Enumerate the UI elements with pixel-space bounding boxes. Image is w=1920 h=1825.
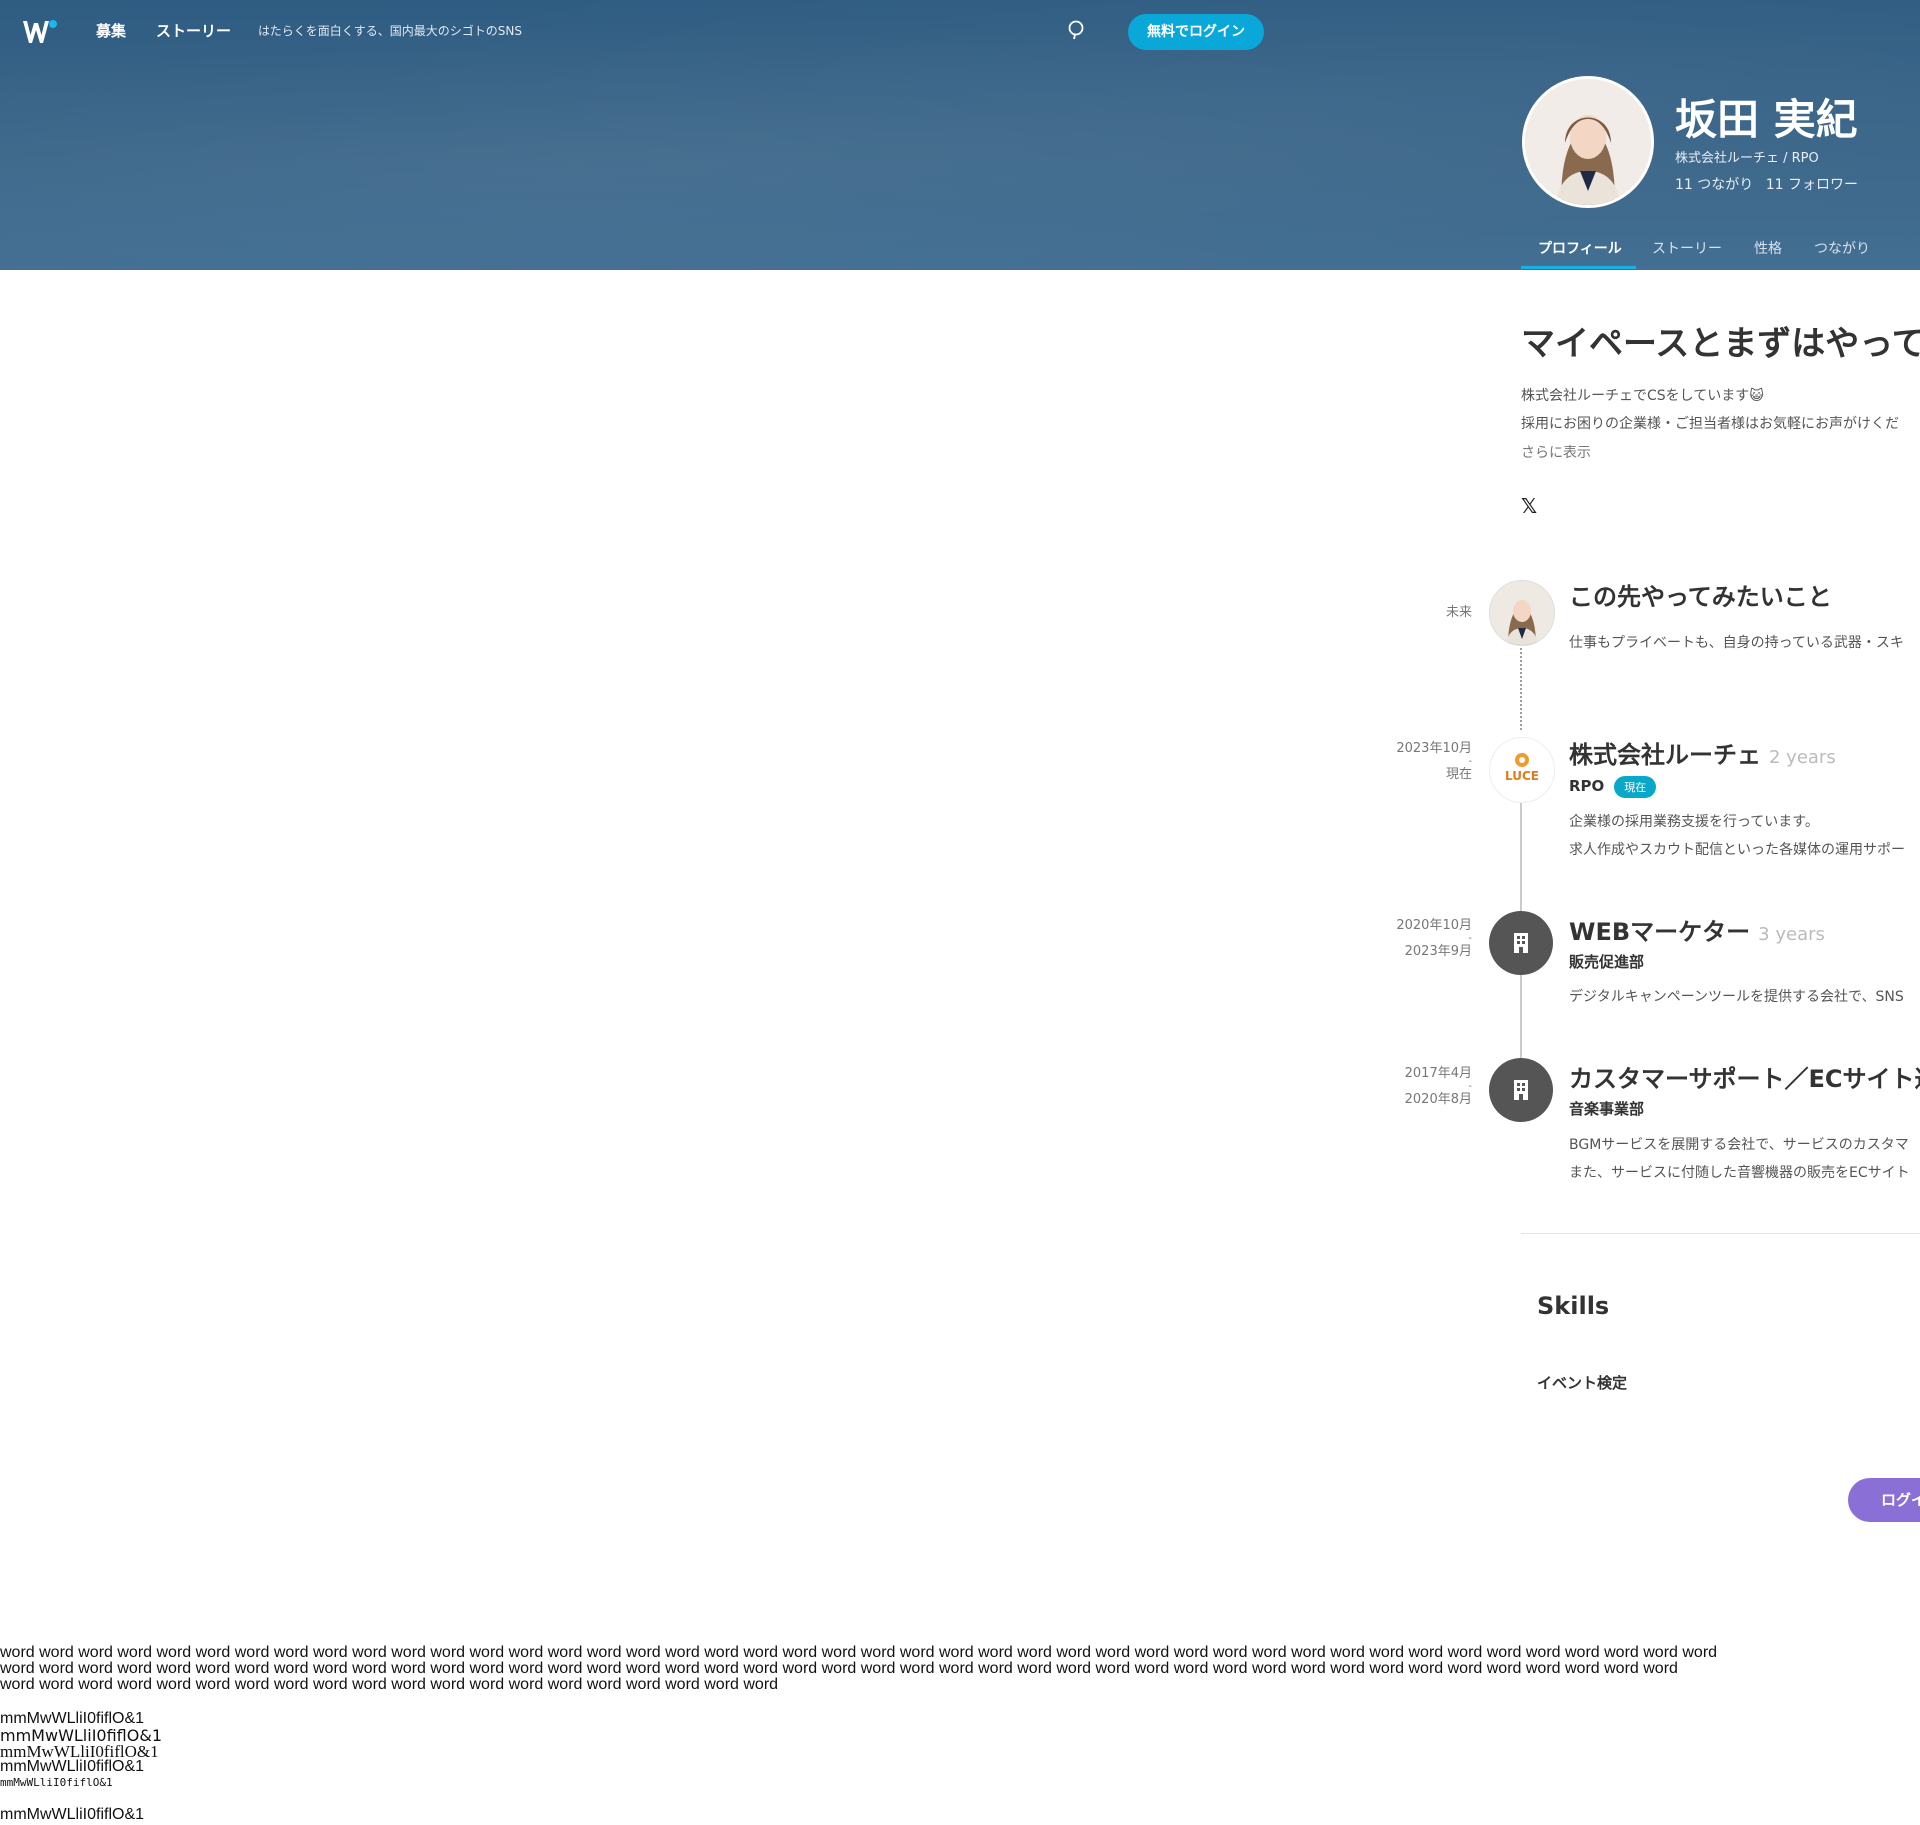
experience-desc: BGMサービスを展開する会社で、サービスのカスタマ また、サービスに付随した音響…: [1569, 1131, 1910, 1187]
intro-line: 採用にお困りの企業様・ご担当者様はお気軽にお声がけくだ: [1521, 416, 1899, 432]
experience-role: RPO 現在: [1569, 776, 1657, 798]
date-from: 2023年10月: [1396, 741, 1472, 756]
followers-count[interactable]: 11 フォロワー: [1766, 177, 1858, 193]
timeline-date: 2023年10月 - 現在: [1396, 740, 1472, 784]
experience-desc: デジタルキャンペーンツールを提供する会社で、SNS: [1569, 989, 1904, 1005]
desc-line: また、サービスに付随した音響機器の販売をECサイト: [1569, 1165, 1910, 1181]
date-from: 2020年10月: [1396, 918, 1472, 933]
experience-desc: 企業様の採用業務支援を行っています。 求人作成やスカウト配信といった各媒体の運用…: [1569, 808, 1905, 864]
timeline-date-future: 未来: [1445, 605, 1472, 620]
tab-connections[interactable]: つながり: [1814, 238, 1870, 258]
tab-story[interactable]: ストーリー: [1652, 238, 1722, 258]
date-sep: -: [1468, 1081, 1472, 1092]
future-title: この先やってみたいこと: [1569, 583, 1832, 611]
future-avatar: [1489, 580, 1555, 646]
role-label: RPO: [1569, 777, 1605, 795]
site-tagline: はたらくを面白くする、国内最大のシゴトのSNS: [258, 24, 522, 38]
experience-role: 音楽事業部: [1569, 1100, 1645, 1118]
svg-text:LUCE: LUCE: [1505, 769, 1539, 783]
tab-personality[interactable]: 性格: [1754, 238, 1782, 258]
show-more-link[interactable]: さらに表示: [1521, 442, 1591, 462]
tab-profile[interactable]: プロフィール: [1538, 238, 1622, 258]
profile-intro: 株式会社ルーチェでCSをしています😺 採用にお困りの企業様・ご担当者様はお気軽に…: [1521, 382, 1899, 438]
building-icon: [1489, 911, 1553, 975]
x-icon[interactable]: 𝕏: [1521, 494, 1537, 518]
timeline-date: 2020年10月 - 2023年9月: [1396, 917, 1472, 961]
floating-login-button[interactable]: ログイン: [1848, 1478, 1920, 1522]
date-to: 2023年9月: [1404, 944, 1472, 959]
intro-line: 株式会社ルーチェでCSをしています😺: [1521, 388, 1764, 404]
filler-text: word word word word word word word word …: [0, 1645, 1920, 1693]
experience-title[interactable]: WEBマーケター 3 years: [1569, 912, 1825, 947]
nav-recruit-link[interactable]: 募集: [96, 20, 126, 41]
date-sep: -: [1468, 933, 1472, 944]
duration: 3 years: [1758, 924, 1825, 945]
desc-line: BGMサービスを展開する会社で、サービスのカスタマ: [1569, 1137, 1909, 1153]
profile-affiliation: 株式会社ルーチェ / RPO: [1675, 151, 1819, 166]
connections-count[interactable]: 11 つながり: [1675, 177, 1753, 193]
login-button[interactable]: 無料でログイン: [1128, 14, 1264, 50]
profile-headline: マイペースとまずはやってみ: [1521, 324, 1920, 364]
date-from: 2017年4月: [1404, 1066, 1472, 1081]
profile-name: 坂田 実紀: [1675, 95, 1858, 144]
font-probe: mmMwWLliI0fiflO&1: [0, 1806, 145, 1823]
building-icon: [1489, 1058, 1553, 1122]
filler-line: word word word word word word word word …: [0, 1660, 1678, 1677]
date-to: 現在: [1445, 767, 1472, 782]
current-badge: 現在: [1614, 776, 1657, 798]
company-name[interactable]: 株式会社ルーチェ: [1569, 741, 1761, 769]
date-to: 2020年8月: [1404, 1092, 1472, 1107]
luce-company-logo[interactable]: LUCE: [1489, 737, 1555, 803]
section-divider: [1521, 1233, 1920, 1234]
filler-line: word word word word word word word word …: [0, 1645, 1718, 1661]
experience-title[interactable]: 株式会社ルーチェ 2 years: [1569, 735, 1836, 770]
active-tab-indicator: [1521, 266, 1636, 269]
timeline-date: 2017年4月 - 2020年8月: [1405, 1065, 1472, 1109]
filler-line: word word word word word word word word …: [0, 1676, 779, 1693]
profile-avatar: [1522, 76, 1654, 208]
desc-line: 企業様の採用業務支援を行っています。: [1569, 814, 1819, 830]
nav-story-link[interactable]: ストーリー: [156, 20, 231, 41]
experience-title[interactable]: カスタマーサポート／ECサイト運: [1569, 1059, 1920, 1094]
profile-counts: 11 つながり 11 フォロワー: [1675, 174, 1866, 194]
skills-title: Skills: [1537, 1292, 1610, 1320]
skill-item[interactable]: イベント検定: [1537, 1372, 1627, 1393]
duration: 2 years: [1769, 747, 1836, 768]
font-probe: mmMwWLliI0fiflO&1: [0, 1776, 113, 1789]
date-sep: -: [1468, 756, 1472, 767]
font-probe: mmMwWLliI0fiflO&1: [0, 1758, 145, 1775]
top-nav: 募集 ストーリー はたらくを面白くする、国内最大のシゴトのSNS 無料でログイン: [0, 0, 1920, 62]
job-title[interactable]: WEBマーケター: [1569, 918, 1750, 946]
desc-line: 求人作成やスカウト配信といった各媒体の運用サポー: [1569, 842, 1905, 858]
search-icon[interactable]: [1066, 19, 1088, 41]
wantedly-logo-icon[interactable]: [22, 18, 58, 46]
future-desc: 仕事もプライベートも、自身の持っている武器・スキ: [1569, 635, 1904, 651]
experience-role: 販売促進部: [1569, 953, 1645, 971]
